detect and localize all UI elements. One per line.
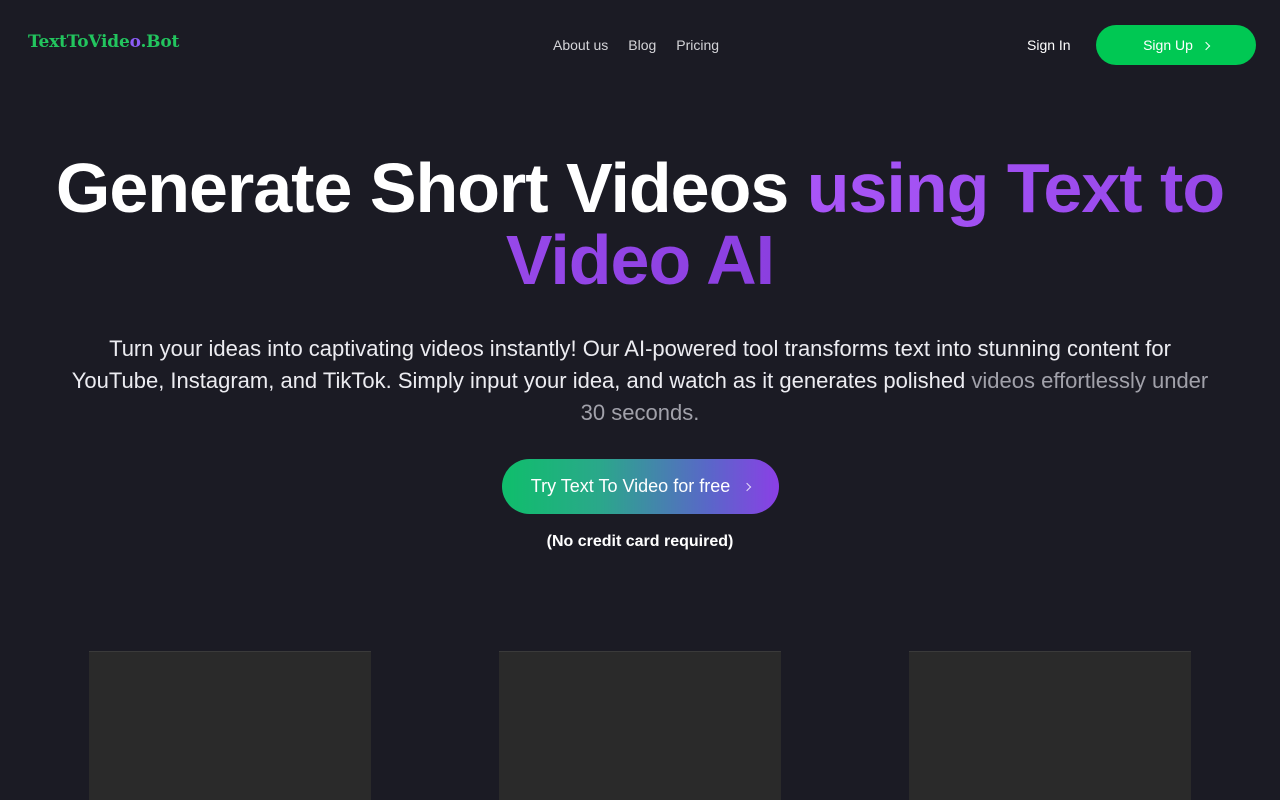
logo-suffix: .Bot <box>140 32 180 52</box>
logo-accent-letter: o <box>129 32 141 52</box>
logo[interactable]: TextToVideo.Bot <box>28 32 179 52</box>
no-credit-card-note: (No credit card required) <box>546 533 734 550</box>
hero-title: Generate Short Videos using Text to Vide… <box>0 152 1280 296</box>
nav-about-us[interactable]: About us <box>553 36 608 54</box>
try-free-button[interactable]: Try Text To Video for free <box>502 459 779 514</box>
hero-title-plain: Generate Short Videos <box>55 149 807 227</box>
sign-up-label: Sign Up <box>1143 37 1193 53</box>
site-header: TextToVideo.Bot About us Blog Pricing Si… <box>0 0 1280 90</box>
sign-up-button[interactable]: Sign Up <box>1096 25 1256 65</box>
video-card[interactable] <box>499 651 781 800</box>
sign-in-link[interactable]: Sign In <box>1027 36 1071 54</box>
try-free-label: Try Text To Video for free <box>530 476 731 496</box>
hero-subtitle: Turn your ideas into captivating videos … <box>70 333 1210 429</box>
nav-pricing[interactable]: Pricing <box>676 36 719 54</box>
landing-page: TextToVideo.Bot About us Blog Pricing Si… <box>0 0 1280 800</box>
main-nav: About us Blog Pricing <box>553 36 719 54</box>
video-card[interactable] <box>89 651 371 800</box>
chevron-right-icon <box>742 482 752 492</box>
logo-text: TextToVide <box>28 32 130 52</box>
nav-blog[interactable]: Blog <box>628 36 656 54</box>
video-card[interactable] <box>909 651 1191 800</box>
chevron-right-icon <box>1201 41 1211 50</box>
